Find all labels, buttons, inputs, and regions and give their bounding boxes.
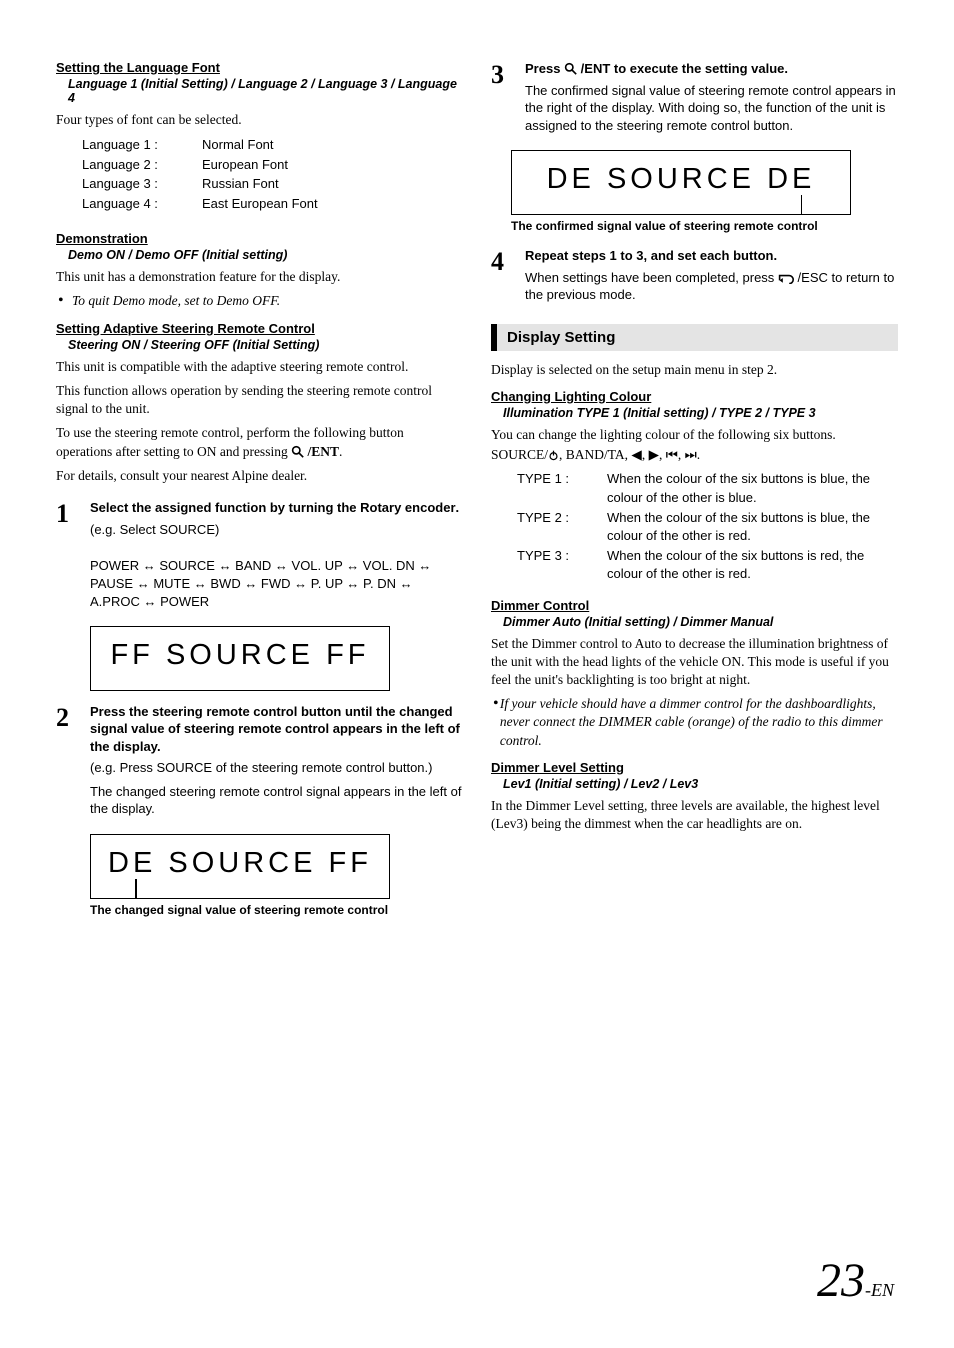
type-label: TYPE 2 :: [517, 509, 607, 545]
step3-head: Press /ENT to execute the setting value.: [525, 60, 898, 78]
steer-title: Setting Adaptive Steering Remote Control: [56, 321, 463, 336]
step4-body: When settings have been completed, press…: [525, 269, 898, 304]
steer-sub: Steering ON / Steering OFF (Initial Sett…: [68, 338, 463, 352]
display-header: Display Setting: [491, 324, 898, 351]
step1-head: Select the assigned function by turning …: [90, 499, 463, 517]
demo-body: This unit has a demonstration feature fo…: [56, 268, 463, 286]
type-desc: When the colour of the six buttons is bl…: [607, 470, 898, 506]
type-desc: When the colour of the six buttons is re…: [607, 547, 898, 583]
lcd-1: FF SOURCE FF: [90, 626, 390, 691]
lcd3-caption: The confirmed signal value of steering r…: [511, 219, 898, 233]
steer-p3: To use the steering remote control, perf…: [56, 424, 463, 460]
step3-body: The confirmed signal value of steering r…: [525, 82, 898, 135]
right-column: 3 Press /ENT to execute the setting valu…: [491, 60, 898, 1308]
dimmer-note: • If your vehicle should have a dimmer c…: [493, 695, 898, 750]
lang-font-title: Setting the Language Font: [56, 60, 463, 75]
dimmer-title: Dimmer Control: [491, 598, 898, 613]
lang-value: European Font: [202, 155, 288, 175]
steer-p4: For details, consult your nearest Alpine…: [56, 467, 463, 485]
dimmer-body: Set the Dimmer control to Auto to decrea…: [491, 635, 898, 690]
lighting-intro-a: You can change the lighting colour of th…: [491, 426, 898, 444]
lcd-2: DE SOURCE FF: [90, 834, 390, 899]
lang-label: Language 4 :: [82, 194, 202, 214]
lighting-intro-b: SOURCE/, BAND/TA, ◀, ▶, ⏮, ⏭.: [491, 446, 898, 464]
search-icon: [291, 445, 304, 458]
lang-label: Language 3 :: [82, 174, 202, 194]
demo-title: Demonstration: [56, 231, 463, 246]
lighting-sub: Illumination TYPE 1 (Initial setting) / …: [503, 406, 898, 420]
type-label: TYPE 1 :: [517, 470, 607, 506]
demo-sub: Demo ON / Demo OFF (Initial setting): [68, 248, 463, 262]
dimmer-level-body: In the Dimmer Level setting, three level…: [491, 797, 898, 833]
step2-eg: (e.g. Press SOURCE of the steering remot…: [90, 759, 463, 777]
lang-label: Language 2 :: [82, 155, 202, 175]
pointer-icon: [801, 195, 803, 215]
dimmer-level-sub: Lev1 (Initial setting) / Lev2 / Lev3: [503, 777, 898, 791]
lcd2-caption: The changed signal value of steering rem…: [90, 903, 463, 917]
return-icon: [778, 272, 794, 284]
step2-head: Press the steering remote control button…: [90, 703, 463, 756]
step-number: 3: [491, 60, 525, 140]
type-desc: When the colour of the six buttons is bl…: [607, 509, 898, 545]
step-2: 2 Press the steering remote control butt…: [56, 703, 463, 824]
step-1: 1 Select the assigned function by turnin…: [56, 499, 463, 544]
type-table: TYPE 1 :When the colour of the six butto…: [517, 470, 898, 583]
lang-font-intro: Four types of font can be selected.: [56, 111, 463, 129]
steer-p1: This unit is compatible with the adaptiv…: [56, 358, 463, 376]
demo-note: • To quit Demo mode, set to Demo OFF.: [58, 292, 463, 310]
step-4: 4 Repeat steps 1 to 3, and set each butt…: [491, 247, 898, 310]
step-number: 4: [491, 247, 525, 310]
lang-table: Language 1 :Normal Font Language 2 :Euro…: [82, 135, 463, 213]
lang-font-sub: Language 1 (Initial Setting) / Language …: [68, 77, 463, 105]
step-number: 2: [56, 703, 90, 824]
step1-eg: (e.g. Select SOURCE): [90, 521, 463, 539]
lighting-title: Changing Lighting Colour: [491, 389, 898, 404]
lcd-3: DE SOURCE DE: [511, 150, 851, 215]
step2-body: The changed steering remote control sign…: [90, 783, 463, 818]
search-icon: [564, 62, 577, 75]
power-icon: [548, 450, 559, 461]
lang-value: Russian Font: [202, 174, 279, 194]
display-intro: Display is selected on the setup main me…: [491, 361, 898, 379]
lang-label: Language 1 :: [82, 135, 202, 155]
steer-p2: This function allows operation by sendin…: [56, 382, 463, 418]
type-label: TYPE 3 :: [517, 547, 607, 583]
dimmer-sub: Dimmer Auto (Initial setting) / Dimmer M…: [503, 615, 898, 629]
page-number: 23-EN: [491, 1253, 898, 1308]
step4-head: Repeat steps 1 to 3, and set each button…: [525, 247, 898, 265]
pointer-icon: [135, 879, 137, 899]
step-number: 1: [56, 499, 90, 544]
lang-value: East European Font: [202, 194, 318, 214]
dimmer-level-title: Dimmer Level Setting: [491, 760, 898, 775]
source-flow: POWER ↔ SOURCE ↔ BAND ↔ VOL. UP ↔ VOL. D…: [90, 557, 463, 612]
step-3: 3 Press /ENT to execute the setting valu…: [491, 60, 898, 140]
lang-value: Normal Font: [202, 135, 274, 155]
left-column: Setting the Language Font Language 1 (In…: [56, 60, 463, 1308]
